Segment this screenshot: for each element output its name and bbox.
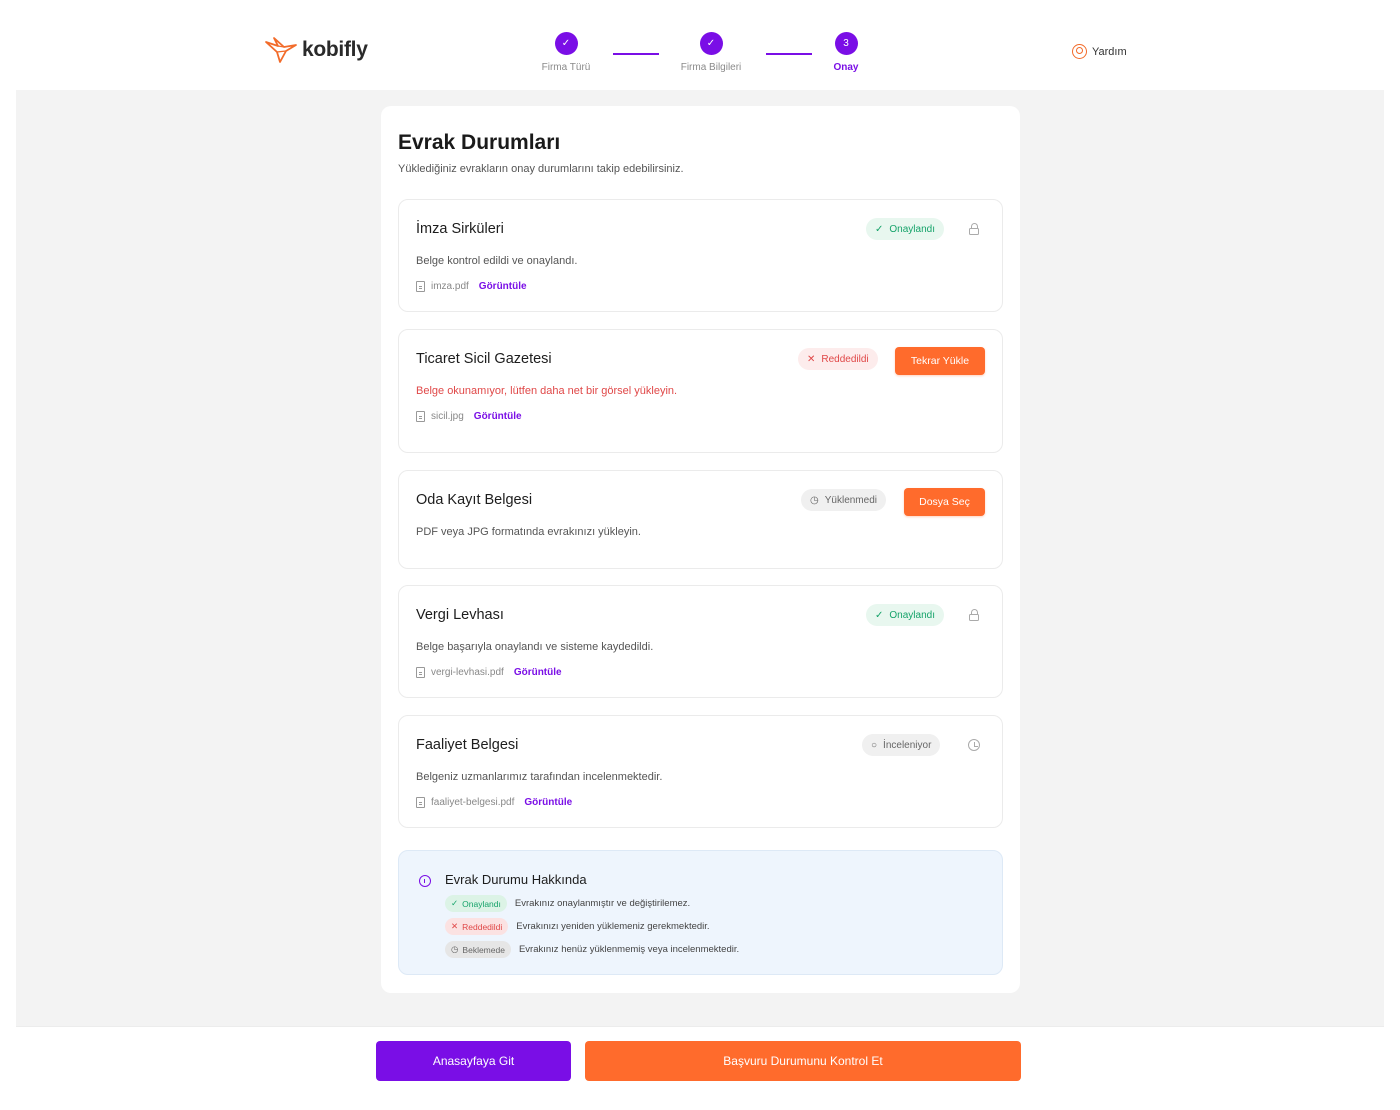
step-connector bbox=[613, 53, 659, 55]
status-label: Onaylandı bbox=[889, 609, 935, 621]
document-description: PDF veya JPG formatında evrakınızı yükle… bbox=[416, 526, 641, 538]
lock-icon bbox=[968, 223, 980, 235]
home-button[interactable]: Anasayfaya Git bbox=[376, 1041, 571, 1081]
step-number: 3 bbox=[834, 32, 858, 55]
check-icon: ✓ bbox=[875, 223, 884, 235]
check-icon: ✓ bbox=[554, 32, 578, 55]
document-card: Vergi Levhası ✓ Onaylandı Belge başarıyl… bbox=[398, 585, 1003, 698]
step-firma-bilgileri[interactable]: ✓ Firma Bilgileri bbox=[656, 32, 766, 73]
x-icon: ✕ bbox=[807, 353, 816, 365]
step-firma-turu[interactable]: ✓ Firma Türü bbox=[511, 32, 621, 73]
file-icon bbox=[416, 797, 425, 808]
file-icon bbox=[416, 667, 425, 678]
status-badge: ✓ Onaylandı bbox=[866, 218, 944, 240]
status-badge: ✕ Reddedildi bbox=[798, 348, 878, 370]
document-description: Belge kontrol edildi ve onaylandı. bbox=[416, 255, 578, 267]
document-description: Belge okunamıyor, lütfen daha net bir gö… bbox=[416, 385, 678, 397]
top-header: kobifly ✓ Firma Türü ✓ Firma Bilgileri 3… bbox=[16, 14, 1384, 90]
document-title: Ticaret Sicil Gazetesi bbox=[416, 351, 552, 367]
choose-file-button[interactable]: Dosya Seç bbox=[904, 488, 985, 516]
clock-icon bbox=[968, 739, 980, 751]
circle-icon: ○ bbox=[871, 739, 878, 751]
status-label: İnceleniyor bbox=[883, 739, 932, 751]
help-label: Yardım bbox=[1092, 45, 1127, 58]
page-subtitle: Yüklediğiniz evrakların onay durumlarını… bbox=[398, 163, 684, 175]
legend-text: Evrakınızı yeniden yüklemeniz gerekmekte… bbox=[516, 921, 710, 932]
app-frame: kobifly ✓ Firma Türü ✓ Firma Bilgileri 3… bbox=[16, 14, 1384, 1098]
legend-row: ◷ Beklemede Evrakınız henüz yüklenmemiş v… bbox=[445, 941, 739, 958]
lock-icon bbox=[968, 609, 980, 621]
document-file: sicil.jpg Görüntüle bbox=[416, 411, 522, 422]
step-onay[interactable]: 3 Onay bbox=[791, 32, 901, 73]
clock-icon: ◷ bbox=[810, 494, 819, 506]
check-status-button[interactable]: Başvuru Durumunu Kontrol Et bbox=[585, 1041, 1021, 1081]
status-label: Reddedildi bbox=[821, 353, 869, 365]
status-badge: ✕ Reddedildi bbox=[445, 918, 509, 935]
file-icon bbox=[416, 281, 425, 292]
file-name: imza.pdf bbox=[431, 281, 469, 292]
status-badge: ◷ Beklemede bbox=[445, 941, 511, 958]
file-name: faaliyet-belgesi.pdf bbox=[431, 797, 515, 808]
legend-text: Evrakınız onaylanmıştır ve değiştirileme… bbox=[514, 898, 691, 909]
view-link[interactable]: Görüntüle bbox=[479, 281, 527, 292]
step-label: Firma Bilgileri bbox=[680, 62, 742, 73]
info-title: Evrak Durumu Hakkında bbox=[445, 872, 587, 887]
legend-row: ✕ Reddedildi Evrakınızı yeniden yüklemeni… bbox=[445, 918, 710, 935]
legend-text: Evrakınız henüz yüklenmemiş veya incelen… bbox=[518, 944, 740, 955]
document-card: İmza Sirküleri ✓ Onaylandı Belge kontrol… bbox=[398, 199, 1003, 312]
legend-row: ✓ Onaylandı Evrakınız onaylanmıştır ve de… bbox=[445, 895, 690, 912]
status-badge: ✓ Onaylandı bbox=[445, 895, 507, 912]
info-icon bbox=[419, 875, 431, 887]
documents-card: Evrak Durumları Yüklediğiniz evrakların … bbox=[381, 106, 1020, 993]
file-name: vergi-levhasi.pdf bbox=[431, 667, 504, 678]
check-icon: ✓ bbox=[451, 898, 459, 908]
help-link[interactable]: Yardım bbox=[1072, 44, 1127, 59]
document-description: Belge başarıyla onaylandı ve sisteme kay… bbox=[416, 641, 654, 653]
check-icon: ✓ bbox=[699, 32, 723, 55]
file-name: sicil.jpg bbox=[431, 411, 464, 422]
document-file: imza.pdf Görüntüle bbox=[416, 281, 527, 292]
step-label: Onay bbox=[833, 62, 859, 73]
document-title: Vergi Levhası bbox=[416, 607, 504, 623]
progress-stepper: ✓ Firma Türü ✓ Firma Bilgileri 3 Onay bbox=[16, 14, 1384, 90]
page-title: Evrak Durumları bbox=[398, 131, 561, 154]
document-card: Ticaret Sicil Gazetesi ✕ Reddedildi Tekr… bbox=[398, 329, 1003, 453]
x-icon: ✕ bbox=[451, 921, 459, 931]
file-icon bbox=[416, 411, 425, 422]
view-link[interactable]: Görüntüle bbox=[524, 797, 572, 808]
document-title: İmza Sirküleri bbox=[416, 221, 504, 237]
clock-icon: ◷ bbox=[451, 944, 459, 954]
user-circle-icon bbox=[1072, 44, 1087, 59]
reupload-button[interactable]: Tekrar Yükle bbox=[895, 347, 985, 375]
footer-bar: Anasayfaya Git Başvuru Durumunu Kontrol … bbox=[16, 1026, 1384, 1098]
status-label: Yüklenmedi bbox=[824, 494, 877, 506]
status-badge: ○ İnceleniyor bbox=[862, 734, 941, 756]
view-link[interactable]: Görüntüle bbox=[514, 667, 562, 678]
status-badge: ✓ Onaylandı bbox=[866, 604, 944, 626]
status-label: Onaylandı bbox=[889, 223, 935, 235]
step-label: Firma Türü bbox=[541, 62, 591, 73]
status-badge: ◷ Yüklenmedi bbox=[801, 489, 886, 511]
document-description: Belgeniz uzmanlarımız tarafından incelen… bbox=[416, 771, 663, 783]
document-file: faaliyet-belgesi.pdf Görüntüle bbox=[416, 797, 572, 808]
status-info-box: Evrak Durumu Hakkında ✓ Onaylandı Evrakın… bbox=[398, 850, 1003, 975]
document-card: Oda Kayıt Belgesi ◷ Yüklenmedi Dosya Seç… bbox=[398, 470, 1003, 569]
document-card: Faaliyet Belgesi ○ İnceleniyor Belgeniz … bbox=[398, 715, 1003, 828]
view-link[interactable]: Görüntüle bbox=[474, 411, 522, 422]
check-icon: ✓ bbox=[875, 609, 884, 621]
document-title: Oda Kayıt Belgesi bbox=[416, 492, 533, 508]
document-title: Faaliyet Belgesi bbox=[416, 737, 519, 753]
document-file: vergi-levhasi.pdf Görüntüle bbox=[416, 667, 562, 678]
